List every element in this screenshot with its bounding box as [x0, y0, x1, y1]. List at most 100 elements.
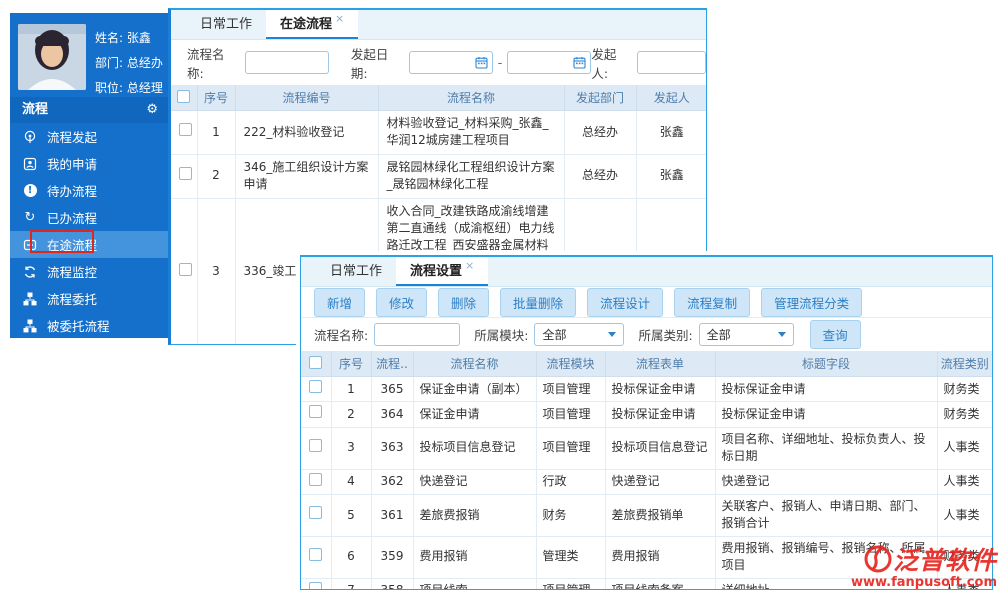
start-date-from-input[interactable]	[408, 51, 493, 74]
table-row[interactable]: 1 222_材料验收登记 材料验收登记_材料采购_张鑫_华润12城房建工程项目 总经办…	[171, 110, 706, 155]
cell: 晟铭园林绿化工程组织设计方案_晟铭园林绿化工程	[377, 153, 565, 199]
checkbox-header-cell	[171, 85, 198, 111]
column-header[interactable]: 流程类别	[936, 351, 992, 377]
cell: 7	[330, 577, 372, 589]
process-name-input[interactable]	[244, 51, 329, 74]
column-header[interactable]: 序号	[196, 85, 236, 111]
sidebar-item-my-applications[interactable]: 我的申请	[10, 150, 168, 177]
cell: 项目线索	[412, 577, 537, 589]
cell: 行政	[535, 468, 606, 495]
toolbar-button-2[interactable]: 修改	[376, 287, 428, 317]
row-checkbox[interactable]	[179, 123, 192, 137]
sidebar-item-process-start[interactable]: 流程发起	[10, 123, 168, 150]
toolbar-button-1[interactable]: 新增	[314, 287, 366, 317]
sidebar-item-in-transit-processes[interactable]: 在途流程	[10, 231, 168, 258]
alert-icon: !	[22, 183, 38, 199]
toolbar-button-3[interactable]: 删除	[438, 287, 490, 317]
column-header[interactable]: 流程..	[370, 351, 414, 377]
select-all-checkbox[interactable]	[177, 89, 191, 103]
row-checkbox[interactable]	[309, 438, 323, 452]
search-button[interactable]: 查询	[809, 320, 861, 349]
table-row[interactable]: 2 364 保证金申请 项目管理 投标保证金申请 投标保证金申请 财务类	[301, 401, 992, 428]
cell: 费用报销、报销编号、报销名称、所属项目	[714, 535, 938, 579]
close-icon[interactable]: ×	[465, 259, 474, 272]
row-checkbox[interactable]	[179, 166, 192, 180]
start-date-label: 发起日期:	[350, 46, 389, 81]
cell: 人事类	[936, 577, 992, 589]
tab-daily-work[interactable]: 日常工作	[186, 10, 266, 39]
toolbar-button-6[interactable]: 流程复制	[674, 287, 751, 317]
table-row[interactable]: 5 361 差旅费报销 财务 差旅费报销单 关联客户、报销人、申请日期、部门、报销合计 人事…	[301, 493, 992, 537]
row-checkbox[interactable]	[309, 380, 323, 393]
toolbar-button-4[interactable]: 批量删除	[500, 287, 577, 317]
column-header[interactable]: 发起人	[635, 85, 706, 111]
section-title: 流程	[22, 102, 49, 117]
cell: 管理类	[535, 535, 606, 579]
cell: 6	[330, 535, 372, 579]
start-date-to-input[interactable]	[507, 51, 592, 74]
chevron-down-icon	[608, 332, 617, 337]
checkbox-cell	[171, 110, 198, 155]
column-header[interactable]: 流程编号	[234, 85, 379, 111]
row-checkbox[interactable]	[309, 547, 323, 561]
row-checkbox[interactable]	[309, 581, 323, 589]
toolbar-button-5[interactable]: 流程设计	[587, 287, 664, 317]
cell: 投标保证金申请	[714, 375, 938, 403]
cell: 项目管理	[535, 577, 606, 589]
column-header[interactable]: 流程名称	[377, 85, 565, 111]
sidebar-item-process-monitor[interactable]: 流程监控	[10, 258, 168, 285]
profile-dept: 部门: 总经办	[95, 56, 163, 70]
process-name-label: 流程名称:	[314, 328, 369, 343]
tab-daily-work[interactable]: 日常工作	[316, 257, 396, 286]
column-header[interactable]: 流程名称	[412, 351, 537, 377]
back-filter-bar: 流程名称: 发起日期: - 发起人:	[171, 40, 706, 85]
table-row[interactable]: 2 346_施工组织设计方案申请 晟铭园林绿化工程组织设计方案_晟铭园林绿化工程 总经…	[171, 153, 706, 199]
row-checkbox[interactable]	[309, 472, 323, 486]
sitemap-icon	[22, 291, 38, 307]
sidebar-item-pending-processes[interactable]: ! 待办流程	[10, 177, 168, 204]
cell: 人事类	[936, 493, 992, 537]
cell: 3	[330, 426, 372, 470]
cell: 投标项目信息登记	[604, 426, 716, 470]
column-header[interactable]: 标题字段	[714, 351, 938, 377]
sidebar-item-completed-processes[interactable]: ↻ 已办流程	[10, 204, 168, 231]
toolbar-button-7[interactable]: 管理流程分类	[761, 287, 863, 317]
select-all-checkbox[interactable]	[309, 355, 323, 369]
sidebar-item-label: 我的申请	[47, 157, 98, 172]
process-name-label: 流程名称:	[187, 46, 225, 81]
column-header[interactable]: 发起部门	[563, 85, 637, 111]
cell: 2	[330, 401, 372, 428]
checkbox-cell	[301, 577, 332, 589]
cell: 1	[330, 375, 372, 403]
close-icon[interactable]: ×	[335, 12, 344, 25]
tab-in-transit-process[interactable]: 在途流程 ×	[266, 10, 359, 39]
tab-process-settings[interactable]: 流程设置 ×	[396, 257, 489, 286]
cell: 361	[370, 493, 414, 537]
sidebar-item-delegated-processes[interactable]: 被委托流程	[10, 312, 168, 339]
calendar-icon[interactable]	[573, 56, 586, 72]
row-checkbox[interactable]	[179, 262, 192, 276]
column-header[interactable]: 流程模块	[535, 351, 606, 377]
initiator-input[interactable]	[637, 51, 706, 74]
table-row[interactable]: 1 365 保证金申请（副本） 项目管理 投标保证金申请 投标保证金申请 财务类	[301, 375, 992, 403]
cell: 2	[196, 153, 236, 199]
row-checkbox[interactable]	[309, 405, 323, 419]
process-name-input[interactable]	[374, 323, 461, 346]
initiator-label: 发起人:	[591, 46, 617, 81]
calendar-icon[interactable]	[475, 56, 488, 72]
row-checkbox[interactable]	[309, 506, 323, 520]
category-dropdown[interactable]: 全部	[698, 323, 794, 346]
module-dropdown[interactable]: 全部	[534, 323, 625, 346]
table-row[interactable]: 6 359 费用报销 管理类 费用报销 费用报销、报销编号、报销名称、所属项目 财务类	[301, 535, 992, 579]
cell: 费用报销	[412, 535, 537, 579]
column-header[interactable]: 序号	[330, 351, 372, 377]
gear-icon[interactable]: ⚙	[146, 102, 158, 118]
cell: 关联客户、报销人、申请日期、部门、报销合计	[714, 493, 938, 537]
cell: 投标保证金申请	[604, 375, 716, 403]
table-row[interactable]: 7358项目线索项目管理项目线索备案详细地址人事类	[301, 577, 992, 589]
table-row[interactable]: 4 362 快递登记 行政 快递登记 快递登记 人事类	[301, 468, 992, 495]
cell: 358	[370, 577, 414, 589]
sidebar-item-process-delegation[interactable]: 流程委托	[10, 285, 168, 312]
column-header[interactable]: 流程表单	[604, 351, 716, 377]
table-row[interactable]: 3 363 投标项目信息登记 项目管理 投标项目信息登记 项目名称、详细地址、投标负责人、…	[301, 426, 992, 470]
